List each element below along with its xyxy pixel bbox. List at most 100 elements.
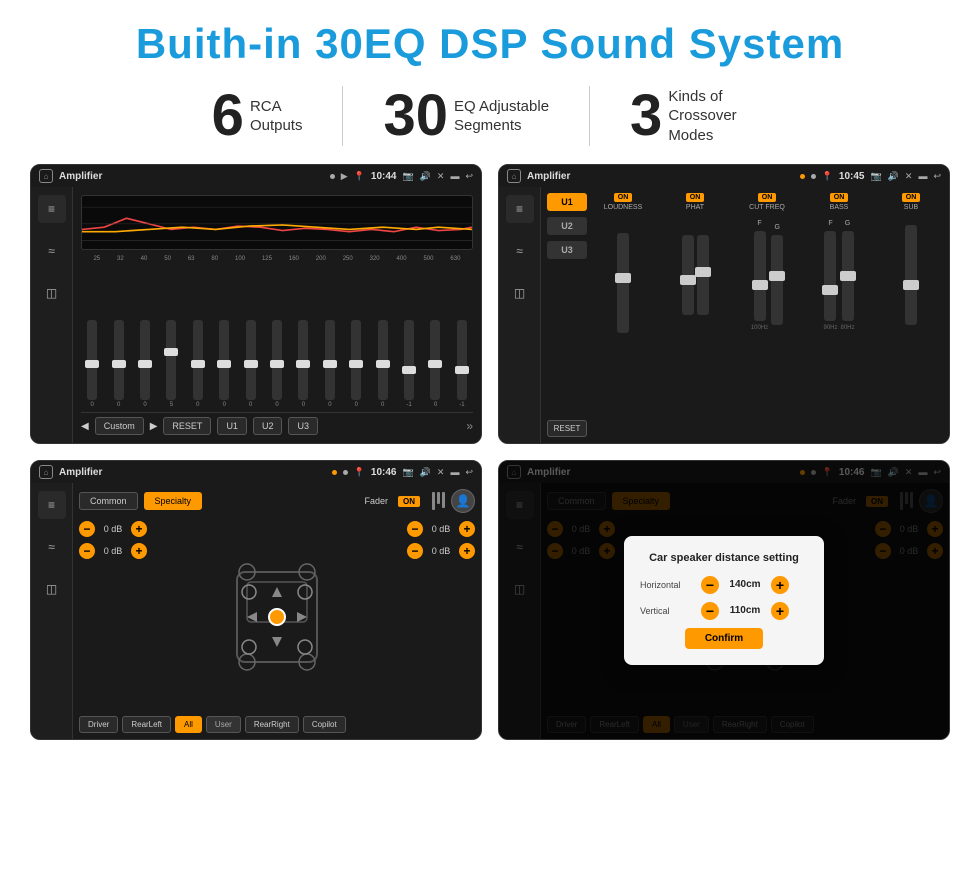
page-title: Buith-in 30EQ DSP Sound System — [30, 20, 950, 68]
amp-sidebar-vol-btn[interactable]: ◫ — [506, 279, 534, 307]
amp-sliders-area: ON LOUDNESS ON — [591, 193, 943, 437]
amp-sidebar-eq-btn[interactable]: ≡ — [506, 195, 534, 223]
amp-content: U1 U2 U3 RESET ON LOUDNESS — [541, 187, 949, 443]
u1-btn[interactable]: U1 — [217, 417, 247, 435]
eq-screen-body: ≡ ≈ ◫ — [31, 187, 481, 443]
db-value-3: 0 dB — [427, 524, 455, 534]
u3-btn[interactable]: U3 — [288, 417, 318, 435]
eq-sidebar-eq-btn[interactable]: ≡ — [38, 195, 66, 223]
cutfreq-slider1[interactable] — [754, 231, 766, 321]
amp-x-icon: ✕ — [905, 171, 913, 182]
amp-status-bar: ⌂ Amplifier 📍 10:45 📷 🔊 ✕ ▬ ↩ — [499, 165, 949, 187]
db-row-bottom-left: − 0 dB + — [79, 543, 169, 559]
db-plus-1[interactable]: + — [131, 521, 147, 537]
camera-icon: 📷 — [402, 171, 413, 182]
sub-slider[interactable] — [905, 225, 917, 325]
stat-number-crossover: 3 — [630, 87, 662, 145]
eq-slider-track-0[interactable] — [87, 320, 97, 400]
cross-sidebar-eq-btn[interactable]: ≡ — [38, 491, 66, 519]
db-minus-2[interactable]: − — [79, 543, 95, 559]
cross-dot2 — [343, 470, 348, 475]
db-plus-2[interactable]: + — [131, 543, 147, 559]
amp-sidebar-wave-btn[interactable]: ≈ — [506, 237, 534, 265]
fader-icon — [432, 492, 445, 510]
amp-sidebar: ≡ ≈ ◫ — [499, 187, 541, 443]
loudness-slider[interactable] — [617, 233, 629, 333]
cross-tab-specialty[interactable]: Specialty — [144, 492, 203, 510]
cutfreq-on: ON — [758, 193, 777, 202]
u3-select-btn[interactable]: U3 — [547, 241, 587, 259]
eq-slider-14: -1 — [451, 320, 473, 408]
eq-handle-5 — [217, 360, 231, 368]
confirm-button[interactable]: Confirm — [685, 628, 763, 649]
user-profile-icon[interactable]: 👤 — [451, 489, 475, 513]
u2-btn[interactable]: U2 — [253, 417, 283, 435]
cross-camera-icon: 📷 — [402, 467, 413, 478]
stat-crossover: 3 Kinds of Crossover Modes — [590, 87, 808, 146]
db-plus-4[interactable]: + — [459, 543, 475, 559]
db-plus-3[interactable]: + — [459, 521, 475, 537]
vertical-minus-btn[interactable]: − — [701, 602, 719, 620]
driver-btn[interactable]: Driver — [79, 716, 118, 733]
u2-select-btn[interactable]: U2 — [547, 217, 587, 235]
eq-handle-3 — [164, 348, 178, 356]
db-minus-1[interactable]: − — [79, 521, 95, 537]
db-minus-3[interactable]: − — [407, 521, 423, 537]
amp-screen-body: ≡ ≈ ◫ U1 U2 U3 RESET — [499, 187, 949, 443]
cross-sidebar-vol-btn[interactable]: ◫ — [38, 575, 66, 603]
horizontal-minus-btn[interactable]: − — [701, 576, 719, 594]
eq-slider-3: 5 — [160, 320, 182, 408]
cross-location-icon: 📍 — [354, 467, 365, 478]
user-btn[interactable]: User — [206, 716, 241, 733]
cross-tab-common[interactable]: Common — [79, 492, 138, 510]
u1-select-btn[interactable]: U1 — [547, 193, 587, 211]
stat-number-rca: 6 — [212, 87, 244, 145]
copilot-btn[interactable]: Copilot — [303, 716, 346, 733]
horizontal-distance-row: Horizontal − 140cm + — [640, 576, 808, 594]
cross-top-tabs: Common Specialty Fader ON 👤 — [79, 489, 475, 513]
phat-slider1[interactable] — [682, 235, 694, 315]
bass-group: ON BASS F 90Hz — [807, 193, 871, 437]
eq-bottom-bar: ◀ Custom ▶ RESET U1 U2 U3 » — [81, 412, 473, 435]
amp-back-icon: ↩ — [933, 171, 941, 182]
eq-slider-2: 0 — [134, 320, 156, 408]
amp-camera-icon: 📷 — [870, 171, 881, 182]
amp-reset-btn[interactable]: RESET — [547, 420, 587, 437]
cutfreq-label: CUT FREQ — [749, 204, 785, 211]
cross-center — [177, 521, 377, 712]
next-icon[interactable]: ▶ — [150, 421, 158, 432]
eq-freq-labels: 2532 4050 6380 100125 160200 250320 4005… — [81, 256, 473, 262]
vertical-distance-row: Vertical − 110cm + — [640, 602, 808, 620]
cutfreq-slider2[interactable] — [771, 235, 783, 325]
fader-on-badge: ON — [398, 496, 420, 507]
all-btn[interactable]: All — [175, 716, 202, 733]
vertical-plus-btn[interactable]: + — [771, 602, 789, 620]
horizontal-plus-btn[interactable]: + — [771, 576, 789, 594]
db-row-bottom-right: − 0 dB + — [407, 543, 475, 559]
cross-sidebar-wave-btn[interactable]: ≈ — [38, 533, 66, 561]
phat-slider2[interactable] — [697, 235, 709, 315]
prev-icon[interactable]: ◀ — [81, 421, 89, 432]
cross-status-bar: ⌂ Amplifier 📍 10:46 📷 🔊 ✕ ▬ ↩ — [31, 461, 481, 483]
eq-sidebar-wave-btn[interactable]: ≈ — [38, 237, 66, 265]
eq-slider-7: 0 — [266, 320, 288, 408]
amp-time: 10:45 — [839, 171, 865, 182]
eq-slider-6: 0 — [239, 320, 261, 408]
sub-group: ON SUB — [879, 193, 943, 437]
rearright-btn[interactable]: RearRight — [245, 716, 299, 733]
db-value-4: 0 dB — [427, 546, 455, 556]
amp-minus-icon: ▬ — [918, 171, 927, 181]
stat-eq: 30 EQ Adjustable Segments — [343, 87, 589, 145]
eq-content: 2532 4050 6380 100125 160200 250320 4005… — [73, 187, 481, 443]
car-diagram — [227, 552, 327, 682]
rearleft-btn[interactable]: RearLeft — [122, 716, 171, 733]
x-icon: ✕ — [437, 171, 445, 182]
db-minus-4[interactable]: − — [407, 543, 423, 559]
bass-slider1[interactable] — [824, 231, 836, 321]
eq-sidebar-vol-btn[interactable]: ◫ — [38, 279, 66, 307]
bass-slider2[interactable] — [842, 231, 854, 321]
eq-handle-12 — [402, 366, 416, 374]
cross-time: 10:46 — [371, 467, 397, 478]
cross-dialog-screen-card: ⌂ Amplifier 📍 10:46 📷 🔊 ✕ ▬ ↩ ≡ ≈ ◫ — [498, 460, 950, 740]
reset-btn[interactable]: RESET — [163, 417, 211, 435]
